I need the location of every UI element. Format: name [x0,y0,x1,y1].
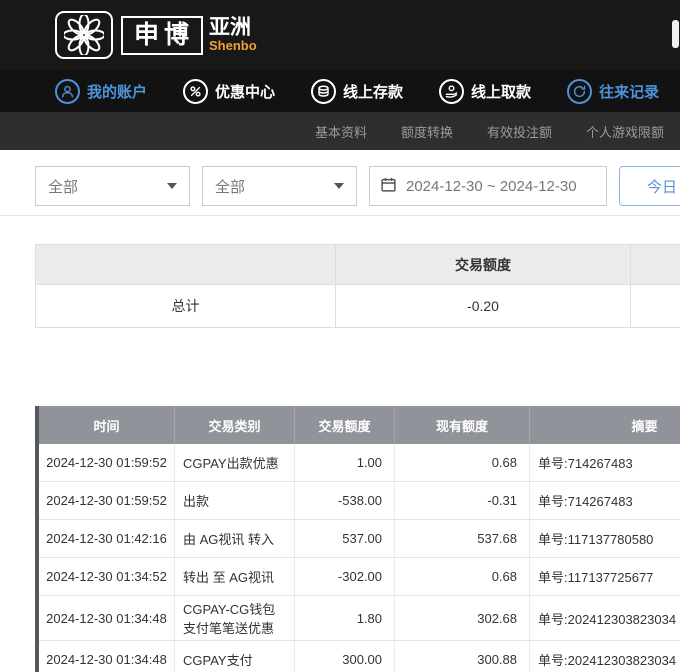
nav-item-online-deposit[interactable]: 线上存款 [311,79,403,104]
date-range-value: 2024-12-30 ~ 2024-12-30 [406,178,577,195]
coins-icon [311,79,336,104]
transactions-body: 2024-12-30 01:59:52 CGPAY出款优惠 1.00 0.68 … [39,444,680,672]
cell-balance: 537.68 [395,520,530,557]
cell-time: 2024-12-30 01:34:48 [39,596,175,640]
transaction-row: 2024-12-30 01:34:48 CGPAY-CG钱包支付笔笔送优惠 1.… [39,596,680,641]
cell-summary: 单号:714267483 [530,482,680,519]
subnav-item[interactable]: 额度转换 [401,122,453,141]
col-header-summary: 摘要 [530,406,680,444]
type-select[interactable]: 全部 [202,166,357,206]
cell-type: CGPAY出款优惠 [175,444,295,481]
user-icon [55,79,80,104]
cell-amount: 1.00 [295,444,395,481]
cell-time: 2024-12-30 01:34:52 [39,558,175,595]
category-select-value: 全部 [48,176,78,197]
subnav-item[interactable]: 基本资料 [315,122,367,141]
cell-type: CGPAY-CG钱包支付笔笔送优惠 [175,596,295,640]
transaction-row: 2024-12-30 01:42:16 由 AG视讯 转入 537.00 537… [39,520,680,558]
section-divider [0,215,680,216]
nav-item-my-account[interactable]: 我的账户 [55,79,147,104]
nav-item-online-withdrawal[interactable]: 线上取款 [439,79,531,104]
type-select-value: 全部 [215,176,245,197]
summary-total-empty [630,285,680,328]
brand-latin: Shenbo [209,39,257,53]
cell-balance: -0.31 [395,482,530,519]
chevron-down-icon [167,183,177,189]
cell-summary: 单号:117137725677 [530,558,680,595]
summary-total-value: -0.20 [335,285,630,328]
nav-item-promo-center[interactable]: 优惠中心 [183,79,275,104]
cell-type: 转出 至 AG视讯 [175,558,295,595]
cell-amount: 1.80 [295,596,395,640]
cell-amount: 300.00 [295,641,395,672]
cell-time: 2024-12-30 01:34:48 [39,641,175,672]
summary-header-empty [35,244,335,285]
cell-time: 2024-12-30 01:59:52 [39,444,175,481]
transactions-table: 时间 交易类别 交易额度 现有额度 摘要 2024-12-30 01:59:52… [35,406,680,672]
date-range-input[interactable]: 2024-12-30 ~ 2024-12-30 [369,166,607,206]
cell-amount: -302.00 [295,558,395,595]
cell-balance: 300.88 [395,641,530,672]
summary-header-row: 交易额度 [35,244,680,285]
col-header-amount: 交易额度 [295,406,395,444]
col-header-type: 交易类别 [175,406,295,444]
cell-type: CGPAY支付 [175,641,295,672]
history-icon [567,79,592,104]
category-select[interactable]: 全部 [35,166,190,206]
cell-time: 2024-12-30 01:42:16 [39,520,175,557]
transaction-row: 2024-12-30 01:34:52 转出 至 AG视讯 -302.00 0.… [39,558,680,596]
cell-amount: -538.00 [295,482,395,519]
cell-summary: 单号:117137780580 [530,520,680,557]
cell-balance: 302.68 [395,596,530,640]
summary-header-amount: 交易额度 [335,244,630,285]
nav-item-transaction-records[interactable]: 往来记录 [567,79,659,104]
top-brand-bar: 申博 亚洲 Shenbo [0,0,680,70]
cell-amount: 537.00 [295,520,395,557]
brand-region: 亚洲 [209,17,257,39]
subnav-item[interactable]: 个人游戏限额 [586,122,664,141]
filter-bar: 全部 全部 2024-12-30 ~ 2024-12-30 今日 [35,166,680,206]
cell-balance: 0.68 [395,444,530,481]
transaction-row: 2024-12-30 01:59:52 CGPAY出款优惠 1.00 0.68 … [39,444,680,482]
cell-summary: 单号:202412303823034 [530,641,680,672]
cell-type: 由 AG视讯 转入 [175,520,295,557]
main-navigation: 我的账户 优惠中心 线上存款 线上取款 往来记录 [0,70,680,112]
scrollbar-thumb[interactable] [672,20,679,48]
summary-total-row: 总计 -0.20 [35,285,680,328]
calendar-icon [380,176,397,197]
cell-type: 出款 [175,482,295,519]
nav-label: 优惠中心 [215,81,275,102]
sub-navigation: 基本资料 额度转换 有效投注额 个人游戏限额 [0,112,680,150]
brand-flower-icon [55,11,113,59]
nav-label: 线上存款 [343,81,403,102]
cell-time: 2024-12-30 01:59:52 [39,482,175,519]
chevron-down-icon [334,183,344,189]
subnav-item[interactable]: 有效投注额 [487,122,552,141]
nav-label: 往来记录 [599,81,659,102]
cell-summary: 单号:202412303823034 [530,596,680,640]
col-header-balance: 现有额度 [395,406,530,444]
brand-name: 申博 [121,16,203,55]
cell-summary: 单号:714267483 [530,444,680,481]
summary-header-empty [630,244,680,285]
col-header-time: 时间 [39,406,175,444]
transactions-header-row: 时间 交易类别 交易额度 现有额度 摘要 [39,406,680,444]
summary-table: 交易额度 总计 -0.20 [35,244,680,328]
cell-balance: 0.68 [395,558,530,595]
today-button[interactable]: 今日 [619,166,680,206]
hand-coin-icon [439,79,464,104]
nav-label: 线上取款 [471,81,531,102]
discount-icon [183,79,208,104]
transaction-row: 2024-12-30 01:59:52 出款 -538.00 -0.31 单号:… [39,482,680,520]
nav-label: 我的账户 [87,81,147,102]
summary-total-label: 总计 [35,285,335,328]
transaction-row: 2024-12-30 01:34:48 CGPAY支付 300.00 300.8… [39,641,680,672]
